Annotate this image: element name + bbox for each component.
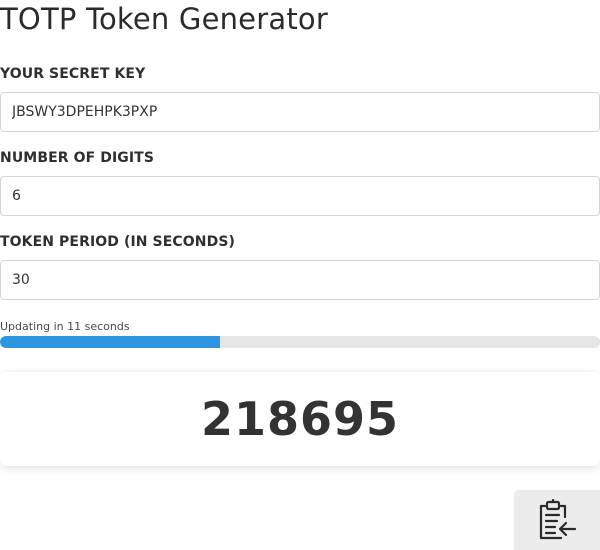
period-label: TOKEN PERIOD (IN SECONDS) xyxy=(0,234,236,250)
period-input[interactable] xyxy=(0,260,600,300)
copy-token-button[interactable] xyxy=(514,490,600,550)
digits-label: NUMBER OF DIGITS xyxy=(0,150,155,166)
token-card: 218695 xyxy=(0,372,600,466)
countdown-progress-bar xyxy=(0,336,600,348)
clipboard-paste-icon xyxy=(539,499,577,540)
digits-input[interactable] xyxy=(0,176,600,216)
countdown-text: Updating in 11 seconds xyxy=(0,320,130,333)
totp-page: TOTP Token Generator YOUR SECRET KEY NUM… xyxy=(0,0,600,550)
page-title: TOTP Token Generator xyxy=(0,2,328,36)
secret-key-input[interactable] xyxy=(0,92,600,132)
secret-key-label: YOUR SECRET KEY xyxy=(0,66,146,82)
token-value: 218695 xyxy=(200,392,400,446)
countdown-progress-fill xyxy=(0,336,220,348)
